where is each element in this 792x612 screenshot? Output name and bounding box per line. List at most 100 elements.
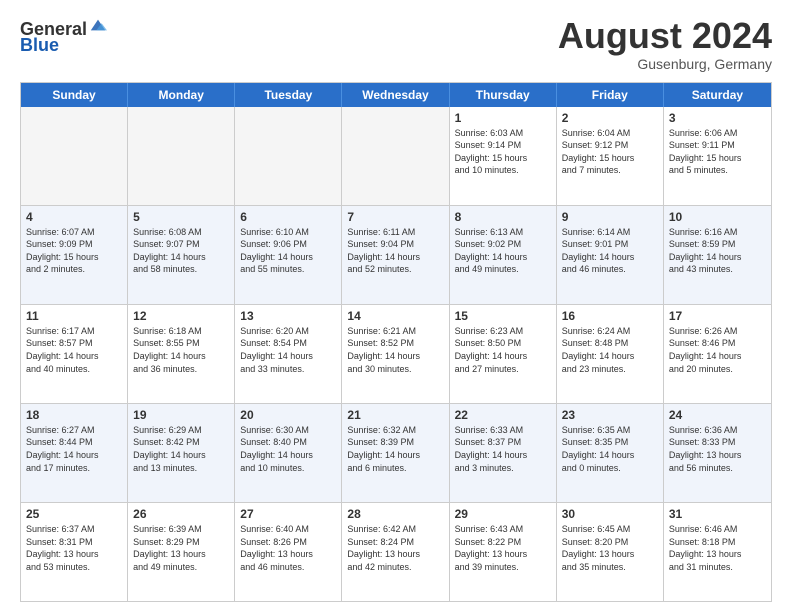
cal-row-2: 11 Sunrise: 6:17 AM Sunset: 8:57 PM Dayli… bbox=[21, 305, 771, 404]
cal-cell-1-1: 5 Sunrise: 6:08 AM Sunset: 9:07 PM Daylig… bbox=[128, 206, 235, 304]
cal-cell-2-5: 16 Sunrise: 6:24 AM Sunset: 8:48 PM Dayli… bbox=[557, 305, 664, 403]
cal-cell-1-2: 6 Sunrise: 6:10 AM Sunset: 9:06 PM Daylig… bbox=[235, 206, 342, 304]
cal-cell-3-1: 19 Sunrise: 6:29 AM Sunset: 8:42 PM Dayli… bbox=[128, 404, 235, 502]
cal-cell-4-3: 28Sunrise: 6:42 AM Sunset: 8:24 PM Dayli… bbox=[342, 503, 449, 601]
day-num-5: 5 bbox=[133, 210, 229, 224]
cal-cell-4-5: 30Sunrise: 6:45 AM Sunset: 8:20 PM Dayli… bbox=[557, 503, 664, 601]
cal-cell-3-6: 24 Sunrise: 6:36 AM Sunset: 8:33 PM Dayli… bbox=[664, 404, 771, 502]
cal-cell-3-3: 21 Sunrise: 6:32 AM Sunset: 8:39 PM Dayli… bbox=[342, 404, 449, 502]
day-num-1: 1 bbox=[455, 111, 551, 125]
dow-friday: Friday bbox=[557, 83, 664, 107]
page: General Blue August 2024 Gusenburg, Germ… bbox=[0, 0, 792, 612]
day-info-22: Sunrise: 6:33 AM Sunset: 8:37 PM Dayligh… bbox=[455, 424, 551, 474]
day-num-25: 25 bbox=[26, 507, 122, 521]
day-info-7: Sunrise: 6:11 AM Sunset: 9:04 PM Dayligh… bbox=[347, 226, 443, 276]
day-info-24: Sunrise: 6:36 AM Sunset: 8:33 PM Dayligh… bbox=[669, 424, 766, 474]
cal-row-3: 18 Sunrise: 6:27 AM Sunset: 8:44 PM Dayli… bbox=[21, 404, 771, 503]
day-num-14: 14 bbox=[347, 309, 443, 323]
cal-cell-3-5: 23 Sunrise: 6:35 AM Sunset: 8:35 PM Dayli… bbox=[557, 404, 664, 502]
day-num-4: 4 bbox=[26, 210, 122, 224]
day-info-10: Sunrise: 6:16 AM Sunset: 8:59 PM Dayligh… bbox=[669, 226, 766, 276]
dow-saturday: Saturday bbox=[664, 83, 771, 107]
day-num-6: 6 bbox=[240, 210, 336, 224]
cal-cell-3-0: 18 Sunrise: 6:27 AM Sunset: 8:44 PM Dayli… bbox=[21, 404, 128, 502]
cal-cell-2-0: 11 Sunrise: 6:17 AM Sunset: 8:57 PM Dayli… bbox=[21, 305, 128, 403]
cal-row-0: 1 Sunrise: 6:03 AM Sunset: 9:14 PM Daylig… bbox=[21, 107, 771, 206]
day-num-31: 31 bbox=[669, 507, 766, 521]
day-info-20: Sunrise: 6:30 AM Sunset: 8:40 PM Dayligh… bbox=[240, 424, 336, 474]
cal-cell-1-5: 9Sunrise: 6:14 AM Sunset: 9:01 PM Daylig… bbox=[557, 206, 664, 304]
day-info-5: Sunrise: 6:08 AM Sunset: 9:07 PM Dayligh… bbox=[133, 226, 229, 276]
day-info-12: Sunrise: 6:18 AM Sunset: 8:55 PM Dayligh… bbox=[133, 325, 229, 375]
day-info-26: Sunrise: 6:39 AM Sunset: 8:29 PM Dayligh… bbox=[133, 523, 229, 573]
calendar: Sunday Monday Tuesday Wednesday Thursday… bbox=[20, 82, 772, 602]
header: General Blue August 2024 Gusenburg, Germ… bbox=[20, 16, 772, 72]
day-info-29: Sunrise: 6:43 AM Sunset: 8:22 PM Dayligh… bbox=[455, 523, 551, 573]
logo: General Blue bbox=[20, 20, 107, 54]
cal-cell-0-4: 1 Sunrise: 6:03 AM Sunset: 9:14 PM Daylig… bbox=[450, 107, 557, 205]
day-info-2: Sunrise: 6:04 AM Sunset: 9:12 PM Dayligh… bbox=[562, 127, 658, 177]
day-num-16: 16 bbox=[562, 309, 658, 323]
day-num-21: 21 bbox=[347, 408, 443, 422]
day-num-30: 30 bbox=[562, 507, 658, 521]
cal-cell-4-6: 31 Sunrise: 6:46 AM Sunset: 8:18 PM Dayli… bbox=[664, 503, 771, 601]
cal-row-1: 4 Sunrise: 6:07 AM Sunset: 9:09 PM Daylig… bbox=[21, 206, 771, 305]
day-num-8: 8 bbox=[455, 210, 551, 224]
day-num-24: 24 bbox=[669, 408, 766, 422]
title-area: August 2024 Gusenburg, Germany bbox=[558, 16, 772, 72]
day-num-2: 2 bbox=[562, 111, 658, 125]
cal-cell-0-2 bbox=[235, 107, 342, 205]
cal-cell-0-6: 3 Sunrise: 6:06 AM Sunset: 9:11 PM Daylig… bbox=[664, 107, 771, 205]
day-info-14: Sunrise: 6:21 AM Sunset: 8:52 PM Dayligh… bbox=[347, 325, 443, 375]
cal-cell-0-3 bbox=[342, 107, 449, 205]
month-title: August 2024 bbox=[558, 16, 772, 56]
cal-cell-2-1: 12 Sunrise: 6:18 AM Sunset: 8:55 PM Dayli… bbox=[128, 305, 235, 403]
day-info-27: Sunrise: 6:40 AM Sunset: 8:26 PM Dayligh… bbox=[240, 523, 336, 573]
cal-cell-3-4: 22Sunrise: 6:33 AM Sunset: 8:37 PM Dayli… bbox=[450, 404, 557, 502]
cal-cell-1-3: 7 Sunrise: 6:11 AM Sunset: 9:04 PM Daylig… bbox=[342, 206, 449, 304]
logo-text: General Blue bbox=[20, 20, 107, 54]
dow-tuesday: Tuesday bbox=[235, 83, 342, 107]
day-num-3: 3 bbox=[669, 111, 766, 125]
dow-wednesday: Wednesday bbox=[342, 83, 449, 107]
day-info-8: Sunrise: 6:13 AM Sunset: 9:02 PM Dayligh… bbox=[455, 226, 551, 276]
location: Gusenburg, Germany bbox=[558, 56, 772, 72]
day-num-23: 23 bbox=[562, 408, 658, 422]
day-info-13: Sunrise: 6:20 AM Sunset: 8:54 PM Dayligh… bbox=[240, 325, 336, 375]
day-info-3: Sunrise: 6:06 AM Sunset: 9:11 PM Dayligh… bbox=[669, 127, 766, 177]
day-info-23: Sunrise: 6:35 AM Sunset: 8:35 PM Dayligh… bbox=[562, 424, 658, 474]
day-info-18: Sunrise: 6:27 AM Sunset: 8:44 PM Dayligh… bbox=[26, 424, 122, 474]
day-num-7: 7 bbox=[347, 210, 443, 224]
day-info-16: Sunrise: 6:24 AM Sunset: 8:48 PM Dayligh… bbox=[562, 325, 658, 375]
dow-sunday: Sunday bbox=[21, 83, 128, 107]
day-num-20: 20 bbox=[240, 408, 336, 422]
day-num-17: 17 bbox=[669, 309, 766, 323]
cal-cell-0-1 bbox=[128, 107, 235, 205]
cal-cell-4-2: 27Sunrise: 6:40 AM Sunset: 8:26 PM Dayli… bbox=[235, 503, 342, 601]
day-num-19: 19 bbox=[133, 408, 229, 422]
day-info-25: Sunrise: 6:37 AM Sunset: 8:31 PM Dayligh… bbox=[26, 523, 122, 573]
day-info-15: Sunrise: 6:23 AM Sunset: 8:50 PM Dayligh… bbox=[455, 325, 551, 375]
day-info-6: Sunrise: 6:10 AM Sunset: 9:06 PM Dayligh… bbox=[240, 226, 336, 276]
calendar-header: Sunday Monday Tuesday Wednesday Thursday… bbox=[21, 83, 771, 107]
day-info-11: Sunrise: 6:17 AM Sunset: 8:57 PM Dayligh… bbox=[26, 325, 122, 375]
day-num-9: 9 bbox=[562, 210, 658, 224]
day-info-21: Sunrise: 6:32 AM Sunset: 8:39 PM Dayligh… bbox=[347, 424, 443, 474]
cal-cell-4-0: 25 Sunrise: 6:37 AM Sunset: 8:31 PM Dayli… bbox=[21, 503, 128, 601]
day-num-11: 11 bbox=[26, 309, 122, 323]
cal-cell-4-1: 26 Sunrise: 6:39 AM Sunset: 8:29 PM Dayli… bbox=[128, 503, 235, 601]
cal-cell-0-5: 2 Sunrise: 6:04 AM Sunset: 9:12 PM Daylig… bbox=[557, 107, 664, 205]
calendar-body: 1 Sunrise: 6:03 AM Sunset: 9:14 PM Daylig… bbox=[21, 107, 771, 601]
logo-blue: Blue bbox=[20, 36, 107, 54]
day-info-4: Sunrise: 6:07 AM Sunset: 9:09 PM Dayligh… bbox=[26, 226, 122, 276]
dow-monday: Monday bbox=[128, 83, 235, 107]
day-info-1: Sunrise: 6:03 AM Sunset: 9:14 PM Dayligh… bbox=[455, 127, 551, 177]
cal-cell-1-0: 4 Sunrise: 6:07 AM Sunset: 9:09 PM Daylig… bbox=[21, 206, 128, 304]
day-num-26: 26 bbox=[133, 507, 229, 521]
cal-cell-1-4: 8 Sunrise: 6:13 AM Sunset: 9:02 PM Daylig… bbox=[450, 206, 557, 304]
cal-cell-1-6: 10Sunrise: 6:16 AM Sunset: 8:59 PM Dayli… bbox=[664, 206, 771, 304]
day-info-31: Sunrise: 6:46 AM Sunset: 8:18 PM Dayligh… bbox=[669, 523, 766, 573]
day-num-12: 12 bbox=[133, 309, 229, 323]
day-num-18: 18 bbox=[26, 408, 122, 422]
day-info-19: Sunrise: 6:29 AM Sunset: 8:42 PM Dayligh… bbox=[133, 424, 229, 474]
